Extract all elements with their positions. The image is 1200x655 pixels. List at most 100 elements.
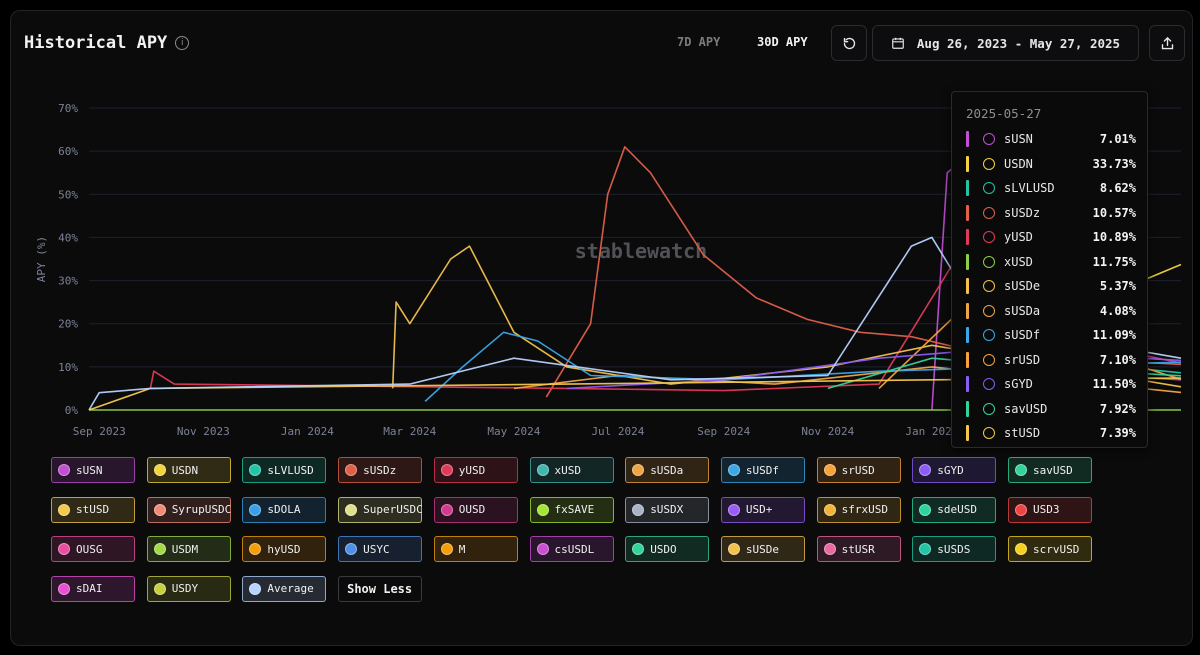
legend-chip-label: OUSG (76, 542, 103, 556)
legend-chip-usd3[interactable]: USD3 (1008, 496, 1092, 523)
tooltip-series-name: savUSD (1004, 401, 1048, 416)
legend-chip-label: Average (267, 582, 314, 595)
token-icon (249, 543, 262, 555)
token-icon (536, 543, 549, 555)
token-icon (153, 503, 166, 516)
tooltip-series-value: 11.50% (1092, 377, 1136, 391)
legend-chip-usdn[interactable]: USDN (146, 457, 231, 483)
show-less-button[interactable]: Show Less (338, 575, 423, 602)
y-tick-label: 20% (58, 318, 78, 331)
legend-chip-syrupusdc[interactable]: SyrupUSDC (146, 496, 232, 523)
legend-chip-average[interactable]: Average (242, 575, 327, 602)
legend-chip-label: SyrupUSDC (171, 503, 232, 516)
legend-chip-sgyd[interactable]: sGYD (912, 457, 997, 483)
legend-chip-yusd[interactable]: yUSD (433, 457, 518, 483)
token-icon (983, 182, 995, 194)
legend-chip-label: sUSDf (745, 463, 780, 477)
tooltip-row: srUSD 7.10% (966, 351, 1136, 369)
y-tick-label: 50% (58, 188, 78, 201)
legend-chip-usdo[interactable]: USDO (625, 536, 710, 562)
legend-chip-hyusd[interactable]: hyUSD (242, 536, 327, 562)
tooltip-row: sGYD 11.50% (966, 375, 1136, 393)
share-button[interactable] (1149, 25, 1185, 61)
tooltip-row: sUSDf 11.09% (966, 326, 1136, 344)
tooltip-series-name: xUSD (1004, 254, 1033, 269)
legend-chip-stusr[interactable]: stUSR (816, 536, 901, 562)
legend-chip-ousd[interactable]: OUSD (433, 496, 518, 523)
tooltip-series-name: sLVLUSD (1004, 181, 1055, 195)
legend-chip-usd-[interactable]: USD+ (720, 496, 805, 523)
legend-chip-sdola[interactable]: sDOLA (242, 496, 327, 523)
tab-30d-apy[interactable]: 30D APY (757, 35, 808, 49)
refresh-button[interactable] (831, 25, 867, 61)
legend-chip-label: sUSDe (745, 542, 780, 556)
date-range-picker[interactable]: Aug 26, 2023 - May 27, 2025 (872, 25, 1139, 61)
token-icon (58, 582, 70, 595)
date-range-text: Aug 26, 2023 - May 27, 2025 (916, 35, 1121, 51)
legend-chip-slvlusd[interactable]: sLVLUSD (242, 457, 327, 483)
tooltip-series-name: sUSDz (1004, 205, 1041, 220)
legend-chip-m[interactable]: M (433, 536, 518, 562)
legend-chip-fxsave[interactable]: fxSAVE (529, 496, 614, 523)
token-icon (249, 503, 262, 516)
legend-chip-label: xUSD (554, 463, 582, 477)
token-icon (632, 503, 645, 516)
legend-chip-sfrxusd[interactable]: sfrxUSD (816, 496, 901, 523)
token-icon (153, 582, 166, 595)
legend-chip-sdeusd[interactable]: sdeUSD (912, 496, 997, 523)
legend-chip-csusdl[interactable]: csUSDL (529, 536, 614, 562)
token-icon (345, 464, 358, 476)
legend-chip-susn[interactable]: sUSN (51, 457, 135, 483)
tooltip-series-value: 7.92% (1099, 401, 1136, 416)
legend-chip-label: M (458, 542, 466, 556)
legend-chip-usyc[interactable]: USYC (338, 536, 423, 562)
token-icon (727, 543, 740, 555)
legend-chip-label: sLVLUSD (267, 463, 314, 477)
legend-chip-label: yUSD (458, 463, 486, 477)
legend-chip-label: USYC (363, 542, 390, 556)
token-icon (249, 464, 262, 476)
y-tick-label: 40% (58, 231, 78, 244)
legend-chip-sdai[interactable]: sDAI (51, 575, 135, 602)
legend-chip-scrvusd[interactable]: scrvUSD (1008, 536, 1092, 562)
legend-chip-susde[interactable]: sUSDe (720, 536, 805, 562)
legend-chip-savusd[interactable]: savUSD (1008, 457, 1092, 483)
token-icon (983, 255, 995, 268)
legend-chip-label: USD3 (1033, 503, 1060, 516)
tooltip-row: savUSD 7.92% (966, 400, 1136, 418)
tab-7d-apy[interactable]: 7D APY (677, 35, 720, 49)
legend-chip-label: csUSDL (554, 542, 595, 556)
legend-chip-srusd[interactable]: srUSD (816, 457, 901, 483)
legend-chip-susdz[interactable]: sUSDz (338, 457, 423, 483)
token-icon (727, 503, 740, 516)
tooltip-series-value: 4.08% (1099, 303, 1136, 318)
tooltip-series-value: 11.09% (1092, 328, 1136, 342)
token-icon (1015, 503, 1027, 516)
legend-chip-usdy[interactable]: USDY (146, 575, 231, 602)
legend-chip-susds[interactable]: sUSDS (912, 536, 997, 562)
tooltip-row: sUSDa 4.08% (966, 302, 1136, 320)
token-icon (153, 464, 166, 476)
y-axis-label: APY (%) (35, 236, 48, 282)
legend-chip-label: sfrxUSD (841, 503, 888, 516)
legend-chip-susda[interactable]: sUSDa (625, 457, 710, 483)
legend-chip-usdm[interactable]: USDM (146, 536, 231, 562)
refresh-icon (843, 37, 855, 49)
legend-chip-stusd[interactable]: stUSD (51, 496, 135, 523)
legend-chip-susdf[interactable]: sUSDf (720, 457, 805, 483)
legend-chip-label: fxSAVE (554, 503, 595, 516)
info-icon[interactable]: i (175, 36, 190, 50)
token-icon (983, 402, 995, 415)
legend-chip-superusdc[interactable]: SuperUSDC (338, 496, 423, 523)
token-icon (983, 329, 995, 341)
legend-chip-ousg[interactable]: OUSG (51, 536, 135, 562)
token-icon (1015, 464, 1027, 476)
tooltip-series-value: 7.10% (1099, 352, 1136, 367)
token-icon (919, 503, 932, 516)
legend-chip-susdx[interactable]: sUSDX (625, 496, 710, 523)
token-icon (1015, 543, 1027, 555)
legend-chip-label: OUSD (458, 503, 486, 516)
tooltip-series-name: sGYD (1004, 377, 1033, 391)
tooltip-series-value: 8.62% (1099, 181, 1136, 195)
legend-chip-xusd[interactable]: xUSD (529, 457, 614, 483)
